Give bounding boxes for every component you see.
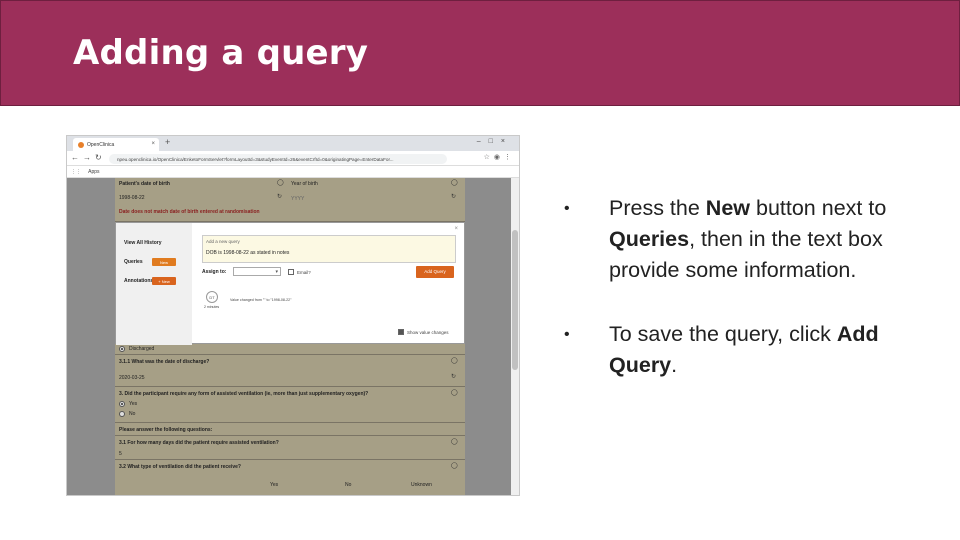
discharge-date-row: 3.1.1 What was the date of discharge? ◯ … (115, 355, 465, 387)
apps-grid-icon[interactable]: ⋮⋮ (71, 169, 81, 175)
page-content: Patient's date of birth ◯ Year of birth … (67, 178, 513, 495)
avatar: DT (206, 291, 218, 303)
dob-value[interactable]: 1998-08-22 (119, 195, 145, 201)
title-bar: Adding a query (0, 0, 960, 106)
discharge-date-question: 3.1.1 What was the date of discharge? (119, 359, 210, 365)
queries-new-button[interactable]: New (152, 258, 176, 266)
openclinica-favicon-icon (78, 142, 84, 148)
annotations-new-button[interactable]: + New (152, 277, 176, 285)
assign-to-select[interactable]: ▾ (233, 267, 281, 276)
col-no: No (345, 482, 352, 488)
browser-tab[interactable]: OpenClinica × (73, 138, 159, 151)
queries-label: Queries (124, 259, 143, 265)
url-field[interactable]: npeu.openclinica.io/OpenClinica/EnketoFo… (109, 154, 447, 164)
col-unknown: Unknown (411, 482, 432, 488)
bullet-1-queries: Queries (609, 227, 690, 251)
discharged-label: Discharged (129, 346, 155, 352)
navigation-icons[interactable]: ←→↻ (71, 153, 106, 162)
bullet-2: • To save the query, click Add Query. (564, 319, 924, 381)
screenshot: OpenClinica × + –□× ←→↻ npeu.openclinica… (66, 135, 520, 496)
query-bubble-icon[interactable]: ◯ (277, 179, 284, 186)
slide: Adding a query OpenClinica × + –□× ←→↻ n… (0, 0, 960, 540)
add-query-button[interactable]: Add Query (416, 266, 454, 278)
no-radio[interactable] (119, 411, 125, 417)
query-bubble-icon[interactable]: ◯ (451, 179, 458, 186)
tab-title: OpenClinica (87, 142, 115, 148)
discharge-date-value[interactable]: 2020-03-25 (119, 375, 145, 381)
ventilation-row: 3. Did the participant require any form … (115, 387, 465, 423)
close-tab-icon[interactable]: × (151, 141, 155, 147)
bookmark-apps[interactable]: Apps (88, 169, 99, 175)
bullet-list: • Press the New button next to Queries, … (564, 193, 924, 414)
window-controls-icon[interactable]: –□× (477, 138, 513, 145)
vent-type-question: 3.2 What type of ventilation did the pat… (119, 464, 241, 470)
instruction-row: Please answer the following questions: (115, 423, 465, 436)
view-all-history-link[interactable]: View All History (124, 240, 162, 246)
yes-radio[interactable] (119, 401, 125, 407)
query-bubble-icon[interactable]: ◯ (451, 357, 458, 364)
query-placeholder: Add a new query (206, 239, 240, 244)
browser-tab-strip: OpenClinica × + –□× (67, 136, 519, 151)
extension-icons[interactable]: ☆◉⋮ (484, 153, 515, 161)
close-icon[interactable]: × (454, 226, 458, 232)
new-tab-icon[interactable]: + (165, 137, 170, 147)
page-scrollbar[interactable] (511, 178, 519, 495)
scrollbar-thumb[interactable] (512, 230, 518, 370)
dob-label: Patient's date of birth (119, 181, 170, 187)
yes-label: Yes (129, 401, 138, 407)
query-modal: View All History Queries New Annotations… (115, 222, 465, 345)
reset-icon[interactable]: ↻ (277, 193, 282, 200)
annotations-label: Annotations (124, 278, 154, 284)
bullet-1-text-b: button next to (750, 196, 887, 220)
yob-placeholder[interactable]: YYYY (291, 196, 304, 202)
bullet-1-new: New (705, 196, 751, 220)
no-label: No (129, 411, 136, 417)
bookmarks-bar: ⋮⋮ Apps (67, 166, 519, 178)
ventilation-question: 3. Did the participant require any form … (119, 391, 369, 397)
bullet-dot-icon: • (564, 326, 570, 343)
instruction-text: Please answer the following questions: (119, 427, 213, 433)
bullet-2-text-a: To save the query, click (609, 322, 837, 346)
days-value[interactable]: 5 (119, 451, 122, 457)
query-bubble-icon[interactable]: ◯ (451, 462, 458, 469)
value-changed-note: Value changed from "" to "1998-08-22" (230, 298, 292, 302)
col-yes: Yes (270, 482, 279, 488)
address-bar: ←→↻ npeu.openclinica.io/OpenClinica/Enke… (67, 151, 519, 166)
show-value-changes-label: Show value changes (407, 330, 449, 335)
assign-to-label: Assign to: (202, 269, 227, 275)
bullet-dot-icon: • (564, 200, 570, 217)
dob-row: Patient's date of birth ◯ Year of birth … (115, 178, 465, 222)
vent-type-row: 3.2 What type of ventilation did the pat… (115, 460, 465, 495)
query-bubble-icon[interactable]: ◯ (451, 438, 458, 445)
modal-sidebar: View All History Queries New Annotations… (116, 223, 192, 345)
query-textbox[interactable]: Add a new query DOB is 1998-08-22 as sta… (202, 235, 456, 263)
avatar-time: 2 minutes (204, 305, 220, 309)
bullet-1: • Press the New button next to Queries, … (564, 193, 924, 286)
discharged-radio[interactable] (119, 346, 125, 352)
show-value-changes-checkbox[interactable] (398, 329, 404, 335)
days-question: 3.1 For how many days did the patient re… (119, 440, 279, 446)
bullet-2-text-b: . (671, 353, 678, 377)
email-label: Email? (297, 270, 311, 275)
email-checkbox[interactable] (288, 269, 294, 275)
bullet-1-text-a: Press the (609, 196, 706, 220)
query-text: DOB is 1998-08-22 as stated in notes (206, 250, 290, 256)
yob-label: Year of birth (291, 181, 318, 187)
chevron-down-icon: ▾ (275, 269, 278, 275)
reset-icon[interactable]: ↻ (451, 193, 456, 200)
days-row: 3.1 For how many days did the patient re… (115, 436, 465, 460)
reset-icon[interactable]: ↻ (451, 373, 456, 380)
discharged-row: Discharged (115, 344, 465, 355)
slide-title: Adding a query (73, 33, 369, 73)
dob-warning: Date does not match date of birth entere… (119, 209, 260, 215)
query-bubble-icon[interactable]: ◯ (451, 389, 458, 396)
